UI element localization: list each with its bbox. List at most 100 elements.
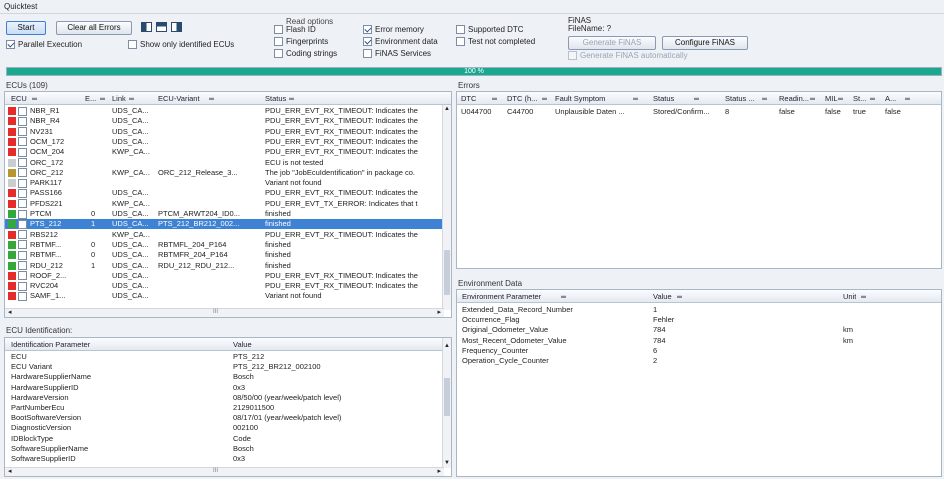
- scroll-up-icon[interactable]: ▲: [444, 106, 450, 112]
- ecu-row[interactable]: NBR_R1 UDS_CA... PDU_ERR_EVT_RX_TIMEOUT: I…: [5, 106, 451, 116]
- ecu-checkbox[interactable]: [18, 291, 27, 301]
- generate-finas-auto-checkbox[interactable]: Generate FiNAS automatically: [568, 51, 688, 60]
- ecu-row[interactable]: NBR_R4 UDS_CA... PDU_ERR_EVT_RX_TIMEOUT: I…: [5, 116, 451, 126]
- ecu-checkbox[interactable]: [18, 127, 27, 137]
- sort-icon[interactable]: ═: [633, 92, 638, 105]
- sort-icon[interactable]: ═: [677, 290, 682, 303]
- col-env-unit[interactable]: Unit: [843, 290, 856, 303]
- ecus-horizontal-scrollbar[interactable]: ◂ III ▸: [5, 308, 444, 317]
- error-row[interactable]: U044700 C44700 Unplausible Daten ... Stored…: [457, 107, 941, 117]
- ecu-checkbox[interactable]: [18, 250, 27, 260]
- sort-icon[interactable]: ═: [100, 92, 105, 105]
- sort-icon[interactable]: ═: [492, 92, 497, 105]
- ecu-row[interactable]: PTCM 0 UDS_CA... PTCM_ARWT204_ID0... finishe…: [5, 209, 451, 219]
- grid-expand-icon[interactable]: [156, 22, 167, 32]
- sort-icon[interactable]: ═: [810, 92, 815, 105]
- scroll-right-icon[interactable]: ▸: [437, 467, 441, 475]
- scroll-up-icon[interactable]: ▲: [444, 343, 450, 349]
- ecu-checkbox[interactable]: [18, 219, 27, 229]
- ecu-checkbox[interactable]: [18, 261, 27, 270]
- sort-icon[interactable]: ═: [561, 290, 566, 303]
- sort-icon[interactable]: ═: [542, 92, 547, 105]
- ecu-checkbox[interactable]: [18, 199, 27, 209]
- ecu-checkbox[interactable]: [18, 158, 27, 167]
- col-status-2[interactable]: Status ...: [725, 92, 755, 105]
- ecu-checkbox[interactable]: [18, 209, 27, 219]
- col-reading[interactable]: Readin...: [779, 92, 809, 105]
- sort-icon[interactable]: ═: [838, 92, 843, 105]
- scroll-thumb[interactable]: [444, 250, 450, 295]
- show-only-identified-checkbox[interactable]: Show only identified ECUs: [128, 40, 234, 49]
- ecu-row[interactable]: RDU_212 1 UDS_CA... RDU_212_RDU_212... finis…: [5, 261, 451, 270]
- ecu-row[interactable]: RBS212 KWP_CA... PDU_ERR_EVT_RX_TIMEOUT: I…: [5, 230, 451, 240]
- ecu-checkbox[interactable]: [18, 178, 27, 188]
- ecu-checkbox[interactable]: [18, 168, 27, 178]
- start-button[interactable]: Start: [6, 21, 46, 35]
- col-e[interactable]: E...: [85, 92, 96, 105]
- scroll-left-icon[interactable]: ◂: [8, 467, 12, 475]
- test-not-completed-checkbox[interactable]: Test not completed: [456, 37, 535, 46]
- scroll-grip[interactable]: III: [213, 468, 218, 474]
- ecu-row[interactable]: ROOF_2... UDS_CA... PDU_ERR_EVT_RX_TIMEOUT…: [5, 271, 451, 281]
- ecu-row[interactable]: ORC_212 KWP_CA... ORC_212_Release_3... The …: [5, 168, 451, 178]
- scroll-grip[interactable]: III: [213, 309, 218, 315]
- col-status[interactable]: Status: [265, 92, 286, 105]
- parallel-execution-checkbox[interactable]: Parallel Execution: [6, 40, 82, 49]
- error-memory-checkbox[interactable]: Error memory: [363, 25, 424, 34]
- sort-icon[interactable]: ═: [870, 92, 875, 105]
- ecu-checkbox[interactable]: [18, 116, 27, 126]
- sort-icon[interactable]: ═: [762, 92, 767, 105]
- ecu-checkbox[interactable]: [18, 188, 27, 198]
- ident-horizontal-scrollbar[interactable]: ◂ III ▸: [5, 467, 444, 476]
- ecu-row[interactable]: PTS_212 1 UDS_CA... PTS_212_BR212_002... fin…: [5, 219, 451, 229]
- coding-strings-checkbox[interactable]: Coding strings: [274, 49, 337, 58]
- ident-vertical-scrollbar[interactable]: ▲ ▼: [442, 338, 451, 468]
- col-ecu-variant[interactable]: ECU-Variant: [158, 92, 200, 105]
- col-identification-parameter[interactable]: Identification Parameter: [11, 338, 90, 351]
- sort-icon[interactable]: ═: [694, 92, 699, 105]
- ecu-row[interactable]: SAMF_1... UDS_CA... Variant not found: [5, 291, 451, 301]
- col-environment-parameter[interactable]: Environment Parameter: [462, 290, 541, 303]
- ecu-row[interactable]: RBTMF... 0 UDS_CA... RBTMFR_204_P164 finishe…: [5, 250, 451, 260]
- scroll-right-icon[interactable]: ▸: [437, 308, 441, 316]
- ecu-checkbox[interactable]: [18, 281, 27, 291]
- ecu-row[interactable]: RBTMF... 0 UDS_CA... RBTMFL_204_P164 finishe…: [5, 240, 451, 250]
- col-dtc[interactable]: DTC: [461, 92, 476, 105]
- ecu-row[interactable]: PASS166 UDS_CA... PDU_ERR_EVT_RX_TIMEOUT: …: [5, 188, 451, 198]
- scroll-down-icon[interactable]: ▼: [444, 460, 450, 466]
- supported-dtc-checkbox[interactable]: Supported DTC: [456, 25, 524, 34]
- col-env-value[interactable]: Value: [653, 290, 672, 303]
- fingerprints-checkbox[interactable]: Fingerprints: [274, 37, 328, 46]
- generate-finas-button[interactable]: Generate FiNAS: [568, 36, 656, 50]
- col-link[interactable]: Link: [112, 92, 126, 105]
- sort-icon[interactable]: ═: [289, 92, 294, 105]
- ecu-checkbox[interactable]: [18, 137, 27, 147]
- ecu-row[interactable]: OCM_204 KWP_CA... PDU_ERR_EVT_RX_TIMEOUT: …: [5, 147, 451, 157]
- clear-all-errors-button[interactable]: Clear all Errors: [56, 21, 132, 35]
- col-st[interactable]: St...: [853, 92, 866, 105]
- ecu-row[interactable]: RVC204 UDS_CA... PDU_ERR_EVT_RX_TIMEOUT: I…: [5, 281, 451, 291]
- finas-services-checkbox[interactable]: FiNAS Services: [363, 49, 431, 58]
- ecu-checkbox[interactable]: [18, 240, 27, 250]
- ecu-checkbox[interactable]: [18, 147, 27, 157]
- scroll-left-icon[interactable]: ◂: [8, 308, 12, 316]
- ecu-row[interactable]: PARK117 Variant not found: [5, 178, 451, 188]
- sort-icon[interactable]: ═: [129, 92, 134, 105]
- ecu-checkbox[interactable]: [18, 271, 27, 281]
- sort-icon[interactable]: ═: [32, 92, 37, 105]
- flash-id-checkbox[interactable]: Flash ID: [274, 25, 316, 34]
- col-dtc-hex[interactable]: DTC (h...: [507, 92, 537, 105]
- ecu-row[interactable]: ORC_172 ECU is not tested: [5, 158, 451, 167]
- sort-icon[interactable]: ═: [209, 92, 214, 105]
- col-a[interactable]: A...: [885, 92, 896, 105]
- col-status[interactable]: Status: [653, 92, 674, 105]
- grid-view-icon[interactable]: [141, 22, 152, 32]
- ecu-row[interactable]: OCM_172 UDS_CA... PDU_ERR_EVT_RX_TIMEOUT: …: [5, 137, 451, 147]
- scroll-thumb[interactable]: [444, 378, 450, 416]
- ecu-checkbox[interactable]: [18, 106, 27, 116]
- sort-icon[interactable]: ═: [861, 290, 866, 303]
- col-fault-symptom[interactable]: Fault Symptom: [555, 92, 605, 105]
- col-value[interactable]: Value: [233, 338, 252, 351]
- ecus-vertical-scrollbar[interactable]: ▲: [442, 105, 451, 310]
- ecu-checkbox[interactable]: [18, 230, 27, 240]
